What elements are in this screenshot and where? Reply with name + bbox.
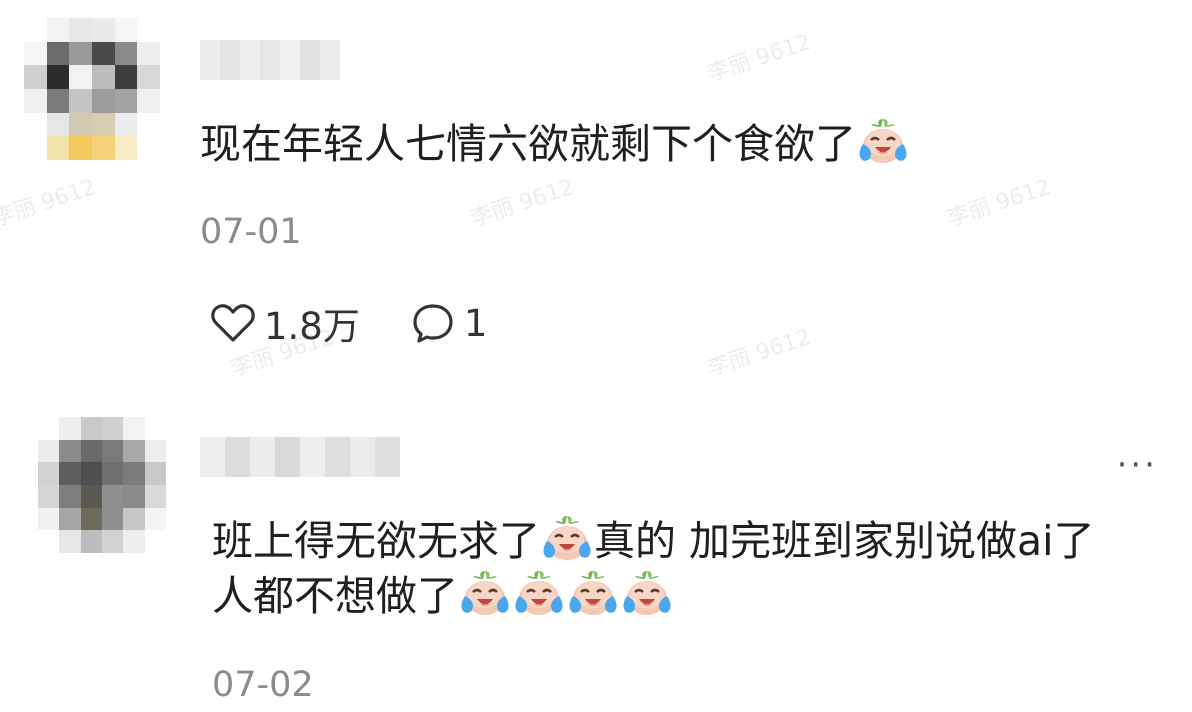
avatar[interactable] [24, 18, 160, 160]
avatar[interactable] [38, 417, 166, 553]
crying-laughing-sticker-emoji [857, 116, 909, 166]
comment-text-content: 真的 加完班到家别说做ai了 [594, 517, 1095, 565]
speech-bubble-icon [410, 301, 456, 345]
reply-count: 1 [463, 301, 488, 345]
crying-laughing-sticker-emoji [513, 568, 565, 618]
comment-actions: 1.8万 1 [210, 296, 537, 350]
heart-outline-icon [210, 302, 256, 344]
username-blurred[interactable] [200, 40, 340, 80]
like-count: 1.8万 [264, 305, 360, 348]
crying-laughing-sticker-emoji [459, 568, 511, 618]
crying-laughing-sticker-emoji [621, 568, 673, 618]
comment-item: ··· 班上得无欲无求了 真的 加完班到家别说做ai了 人都不想做了 07-02 [0, 395, 1192, 712]
comment-date: 07-01 [200, 212, 302, 252]
comment-date: 07-02 [212, 665, 314, 705]
comment-text-content: 现在年轻人七情六欲就剩下个食欲了 [200, 120, 856, 168]
reply-button[interactable]: 1 [410, 301, 488, 345]
username-blurred[interactable] [200, 437, 400, 477]
comment-text-content: 班上得无欲无求了 [212, 517, 540, 565]
comment-text: 现在年轻人七情六欲就剩下个食欲了 [200, 116, 910, 171]
comment-item: 现在年轻人七情六欲就剩下个食欲了 07-01 1.8万 1 [0, 0, 1192, 395]
comment-text-content: 人都不想做了 [212, 572, 458, 620]
more-options-button[interactable]: ··· [1117, 445, 1158, 485]
comment-text: 班上得无欲无求了 真的 加完班到家别说做ai了 人都不想做了 [212, 513, 1095, 623]
crying-laughing-sticker-emoji [567, 568, 619, 618]
crying-laughing-sticker-emoji [541, 513, 593, 563]
like-button[interactable]: 1.8万 [210, 296, 360, 350]
